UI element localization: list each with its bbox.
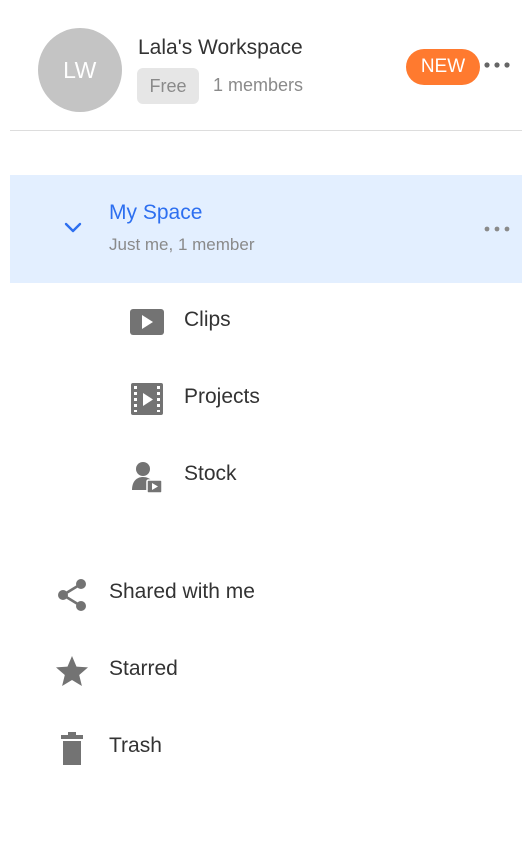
new-badge: NEW — [406, 49, 480, 85]
sub-item-label: Projects — [184, 385, 260, 408]
members-count: 1 members — [213, 75, 304, 95]
nav-item-shared-with-me[interactable]: Shared with me — [40, 566, 400, 622]
sub-item-label: Stock — [184, 462, 237, 485]
sub-item-clips[interactable]: Clips — [120, 294, 420, 350]
workspace-header: LW Lala's Workspace Free 1 members NEW — [0, 0, 522, 132]
sub-item-projects[interactable]: Projects — [120, 371, 420, 427]
play-square-icon — [128, 306, 166, 338]
user-media-icon — [128, 460, 166, 494]
more-horizontal-icon[interactable] — [480, 219, 516, 239]
nav-item-starred[interactable]: Starred — [40, 643, 400, 699]
avatar[interactable]: LW — [38, 28, 122, 112]
sub-item-stock[interactable]: Stock — [120, 448, 420, 504]
chevron-down-icon[interactable] — [62, 221, 84, 235]
nav-item-trash[interactable]: Trash — [40, 720, 400, 776]
my-space-row[interactable]: My Space Just me, 1 member — [10, 175, 522, 283]
plan-badge: Free — [137, 68, 199, 104]
my-space-title: My Space — [109, 201, 203, 224]
trash-icon — [54, 731, 90, 765]
share-icon — [54, 577, 90, 611]
nav-item-label: Starred — [109, 657, 178, 680]
nav-item-label: Trash — [109, 734, 162, 757]
star-icon — [54, 654, 90, 688]
film-icon — [128, 383, 166, 415]
sub-item-label: Clips — [184, 308, 231, 331]
my-space-subtitle: Just me, 1 member — [109, 235, 255, 254]
nav-item-label: Shared with me — [109, 580, 255, 603]
workspace-name[interactable]: Lala's Workspace — [138, 36, 303, 60]
more-horizontal-icon[interactable] — [482, 52, 516, 78]
header-divider — [10, 130, 522, 131]
